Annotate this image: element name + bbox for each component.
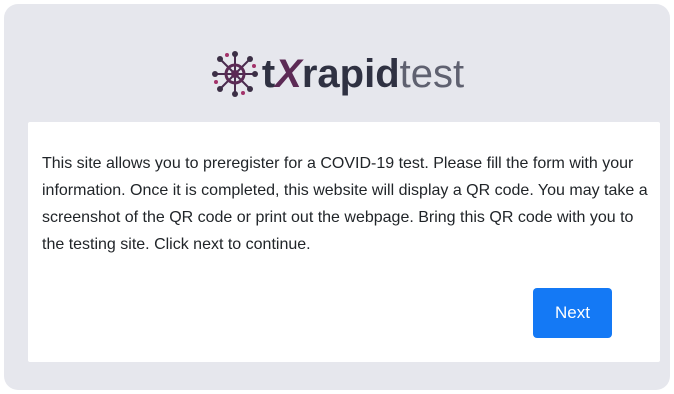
virus-network-icon [211, 51, 258, 97]
brand-wordmark-x: X [275, 52, 302, 96]
message-panel: This site allows you to preregister for … [28, 122, 660, 362]
intro-message: This site allows you to preregister for … [42, 155, 648, 253]
brand-wordmark-test: test [399, 52, 465, 96]
intro-card: tXrapidtest This site allows you to prer… [4, 4, 670, 390]
next-button[interactable]: Next [533, 288, 612, 338]
brand-wordmark-t: t [261, 52, 276, 96]
brand-logo: tXrapidtest [4, 44, 670, 104]
brand-wordmark: tXrapidtest [262, 54, 464, 94]
brand-wordmark-rapid: rapid [301, 52, 400, 96]
